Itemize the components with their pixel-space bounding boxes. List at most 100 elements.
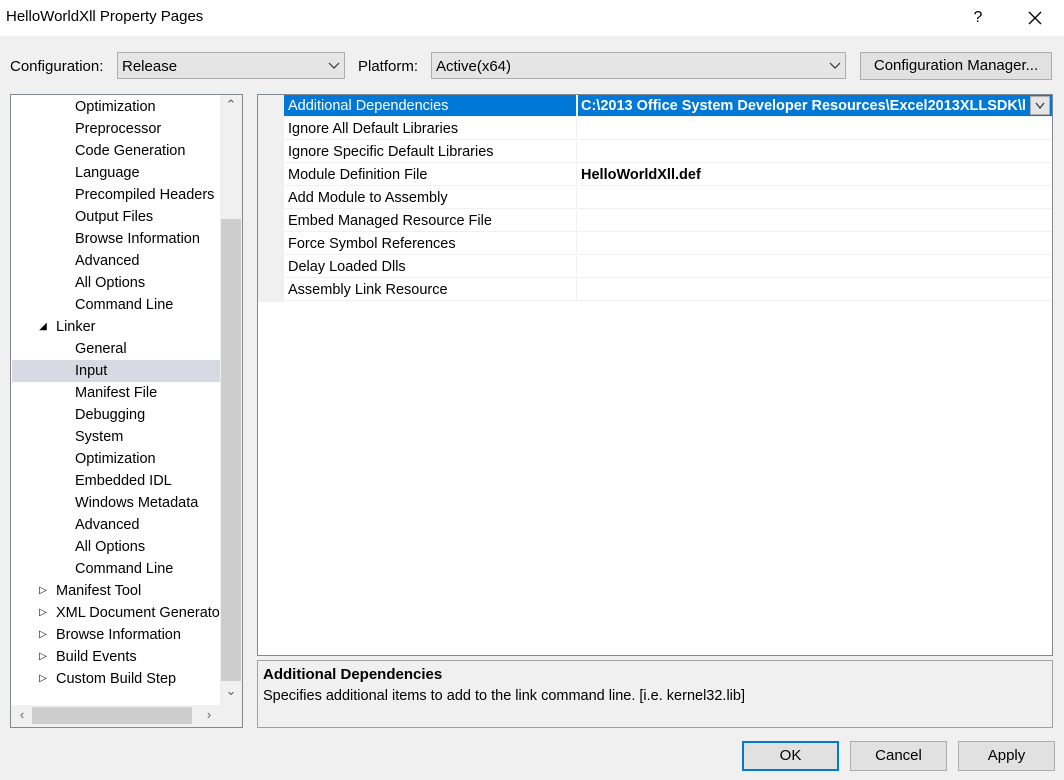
property-value[interactable] [578, 233, 1052, 255]
tree-item-label: Embedded IDL [75, 473, 172, 489]
property-value[interactable] [578, 256, 1052, 278]
tree-item[interactable]: Command Line [12, 558, 220, 580]
tree-item[interactable]: Optimization [12, 96, 220, 118]
property-value-text: C:\2013 Office System Developer Resource… [581, 98, 1026, 114]
configuration-combo[interactable]: Release [117, 52, 345, 79]
ok-button[interactable]: OK [742, 741, 839, 771]
value-dropdown-button[interactable] [1030, 96, 1050, 115]
tree-item[interactable]: Debugging [12, 404, 220, 426]
property-row[interactable]: Add Module to Assembly [258, 187, 1052, 210]
tree-item[interactable]: Embedded IDL [12, 470, 220, 492]
row-gutter [258, 164, 284, 187]
scroll-up-icon[interactable]: ⌃ [220, 97, 242, 113]
tree-item[interactable]: Advanced [12, 514, 220, 536]
tree-item[interactable]: Output Files [12, 206, 220, 228]
tree-item-label: Manifest File [75, 385, 158, 401]
tree-item-label: Language [75, 165, 140, 181]
collapsed-arrow-icon[interactable]: ▷ [37, 624, 49, 646]
tree-item[interactable]: System [12, 426, 220, 448]
tree-item[interactable]: Manifest File [12, 382, 220, 404]
collapsed-arrow-icon[interactable]: ▷ [37, 668, 49, 690]
property-name[interactable]: Delay Loaded Dlls [284, 256, 577, 278]
property-value-text: HelloWorldXll.def [581, 167, 701, 183]
close-button[interactable] [1012, 0, 1058, 36]
help-button[interactable]: ? [955, 0, 1001, 36]
property-value[interactable] [578, 141, 1052, 163]
apply-button[interactable]: Apply [958, 741, 1055, 771]
tree-item[interactable]: Windows Metadata [12, 492, 220, 514]
property-row[interactable]: Assembly Link Resource [258, 279, 1052, 302]
property-row[interactable]: Ignore All Default Libraries [258, 118, 1052, 141]
tree-item[interactable]: Command Line [12, 294, 220, 316]
platform-combo[interactable]: Active(x64) [431, 52, 846, 79]
tree-item-label: Windows Metadata [75, 495, 199, 511]
tree-item-label: Manifest Tool [56, 583, 142, 599]
tree-item-label: All Options [75, 539, 146, 555]
tree-hscroll-thumb[interactable] [32, 707, 192, 724]
property-value[interactable] [578, 210, 1052, 232]
property-row[interactable]: Module Definition File HelloWorldXll.def [258, 164, 1052, 187]
property-value[interactable]: HelloWorldXll.def [578, 164, 1052, 186]
tree-item[interactable]: ▷ Build Events [12, 646, 220, 668]
tree-item[interactable]: Optimization [12, 448, 220, 470]
scroll-left-icon[interactable]: ‹ [11, 707, 33, 722]
property-row[interactable]: Additional Dependencies C:\2013 Office Sy… [258, 95, 1052, 118]
property-name[interactable]: Embed Managed Resource File [284, 210, 577, 232]
tree-item[interactable]: All Options [12, 272, 220, 294]
property-name[interactable]: Add Module to Assembly [284, 187, 577, 209]
property-name[interactable]: Additional Dependencies [284, 95, 577, 117]
cancel-button[interactable]: Cancel [850, 741, 947, 771]
tree-horizontal-scrollbar[interactable]: ‹ › [11, 705, 242, 727]
property-value[interactable]: C:\2013 Office System Developer Resource… [578, 95, 1052, 117]
property-value[interactable] [578, 118, 1052, 140]
property-row[interactable]: Embed Managed Resource File [258, 210, 1052, 233]
scroll-right-icon[interactable]: › [198, 707, 220, 722]
tree-item-label: System [75, 429, 124, 445]
chevron-down-icon [829, 62, 841, 69]
collapsed-arrow-icon[interactable]: ▷ [37, 580, 49, 602]
scroll-down-icon[interactable]: ⌄ [220, 683, 242, 699]
tree-item[interactable]: Advanced [12, 250, 220, 272]
description-pane: Additional Dependencies Specifies additi… [257, 660, 1053, 728]
tree-item[interactable]: Input [12, 360, 220, 382]
configuration-manager-button[interactable]: Configuration Manager... [860, 52, 1052, 80]
expanded-arrow-icon[interactable]: ◢ [37, 316, 49, 338]
property-name[interactable]: Ignore All Default Libraries [284, 118, 577, 140]
row-gutter [258, 95, 284, 118]
tree-item[interactable]: General [12, 338, 220, 360]
property-name[interactable]: Module Definition File [284, 164, 577, 186]
row-gutter [258, 118, 284, 141]
collapsed-arrow-icon[interactable]: ▷ [37, 602, 49, 624]
tree-item-label: Advanced [75, 253, 140, 269]
tree-item[interactable]: ▷ Custom Build Step [12, 668, 220, 690]
property-name[interactable]: Assembly Link Resource [284, 279, 577, 301]
tree-item[interactable]: Browse Information [12, 228, 220, 250]
tree-item[interactable]: ▷ Manifest Tool [12, 580, 220, 602]
tree-item[interactable]: Code Generation [12, 140, 220, 162]
tree-item-label: Precompiled Headers [75, 187, 215, 203]
chevron-down-icon [328, 62, 340, 69]
tree-vertical-scrollbar[interactable]: ⌃ ⌄ [220, 95, 242, 705]
property-value[interactable] [578, 279, 1052, 301]
tree-item[interactable]: ◢ Linker [12, 316, 220, 338]
tree-item[interactable]: ▷ Browse Information [12, 624, 220, 646]
tree-item-label: Debugging [75, 407, 146, 423]
tree-item[interactable]: Language [12, 162, 220, 184]
tree-item[interactable]: All Options [12, 536, 220, 558]
tree-item-label: Output Files [75, 209, 154, 225]
property-value[interactable] [578, 187, 1052, 209]
tree-scroll-thumb[interactable] [221, 219, 241, 681]
tree-item[interactable]: Precompiled Headers [12, 184, 220, 206]
collapsed-arrow-icon[interactable]: ▷ [37, 646, 49, 668]
tree-item-label: Browse Information [75, 231, 200, 247]
tree-item-label: General [75, 341, 127, 357]
tree-item[interactable]: ▷ XML Document Generato [12, 602, 220, 624]
platform-label: Platform: [358, 58, 419, 75]
property-name[interactable]: Ignore Specific Default Libraries [284, 141, 577, 163]
property-row[interactable]: Delay Loaded Dlls [258, 256, 1052, 279]
property-row[interactable]: Force Symbol References [258, 233, 1052, 256]
tree-item[interactable]: Preprocessor [12, 118, 220, 140]
tree-item-label: Command Line [75, 561, 174, 577]
property-name[interactable]: Force Symbol References [284, 233, 577, 255]
property-row[interactable]: Ignore Specific Default Libraries [258, 141, 1052, 164]
